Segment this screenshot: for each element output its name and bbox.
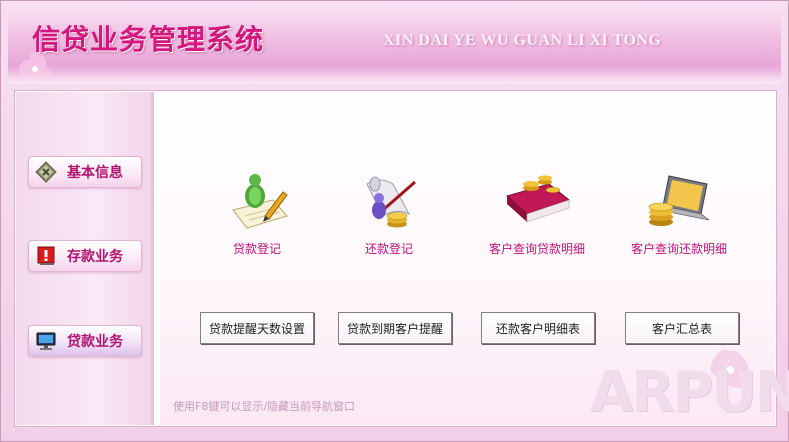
loan-due-customer-reminder-button[interactable]: 贷款到期客户提醒 (338, 312, 452, 344)
watermark-logo: ARPUN (590, 360, 789, 425)
header-banner: 信贷业务管理系统 XIN DAI YE WU GUAN LI XI TONG (8, 6, 781, 84)
app-title: 信贷业务管理系统 (32, 23, 265, 56)
sidebar-item-deposit[interactable]: 存款业务 (28, 240, 142, 272)
basic-info-icon (35, 161, 57, 183)
loan-reminder-days-button[interactable]: 贷款提醒天数设置 (200, 312, 314, 344)
deposit-warning-icon (35, 245, 57, 267)
function-label: 客户查询还款明细 (630, 242, 727, 256)
repay-register-icon (366, 176, 416, 228)
loan-register-function[interactable]: 贷款登记 (192, 170, 322, 257)
function-label: 客户查询贷款明细 (488, 242, 585, 256)
sidebar-item-basic-info[interactable]: 基本信息 (28, 156, 142, 188)
app-title-pinyin: XIN DAI YE WU GUAN LI XI TONG (383, 32, 662, 49)
loan-register-icon (232, 174, 288, 229)
sidebar-item-loan[interactable]: 贷款业务 (28, 325, 142, 357)
monitor-icon (35, 330, 57, 352)
repay-customer-detail-report-button[interactable]: 还款客户明细表 (481, 312, 595, 344)
customer-repay-detail-function[interactable]: 客户查询还款明细 (614, 170, 744, 257)
function-label: 还款登记 (364, 242, 413, 256)
sidebar-item-label: 贷款业务 (67, 334, 123, 350)
function-label: 贷款登记 (232, 242, 281, 256)
sidebar-item-label: 存款业务 (67, 249, 123, 265)
sidebar-nav: 基本信息 存款业务 贷款业务 (16, 92, 154, 425)
f8-hint-text: 使用F8键可以显示/隐藏当前导航窗口 (173, 400, 356, 413)
sidebar-item-label: 基本信息 (67, 165, 123, 181)
repay-register-function[interactable]: 还款登记 (324, 170, 454, 257)
customer-loan-detail-function[interactable]: 客户查询贷款明细 (472, 170, 602, 257)
customer-repay-detail-icon (648, 175, 710, 226)
customer-loan-detail-icon (505, 175, 571, 223)
